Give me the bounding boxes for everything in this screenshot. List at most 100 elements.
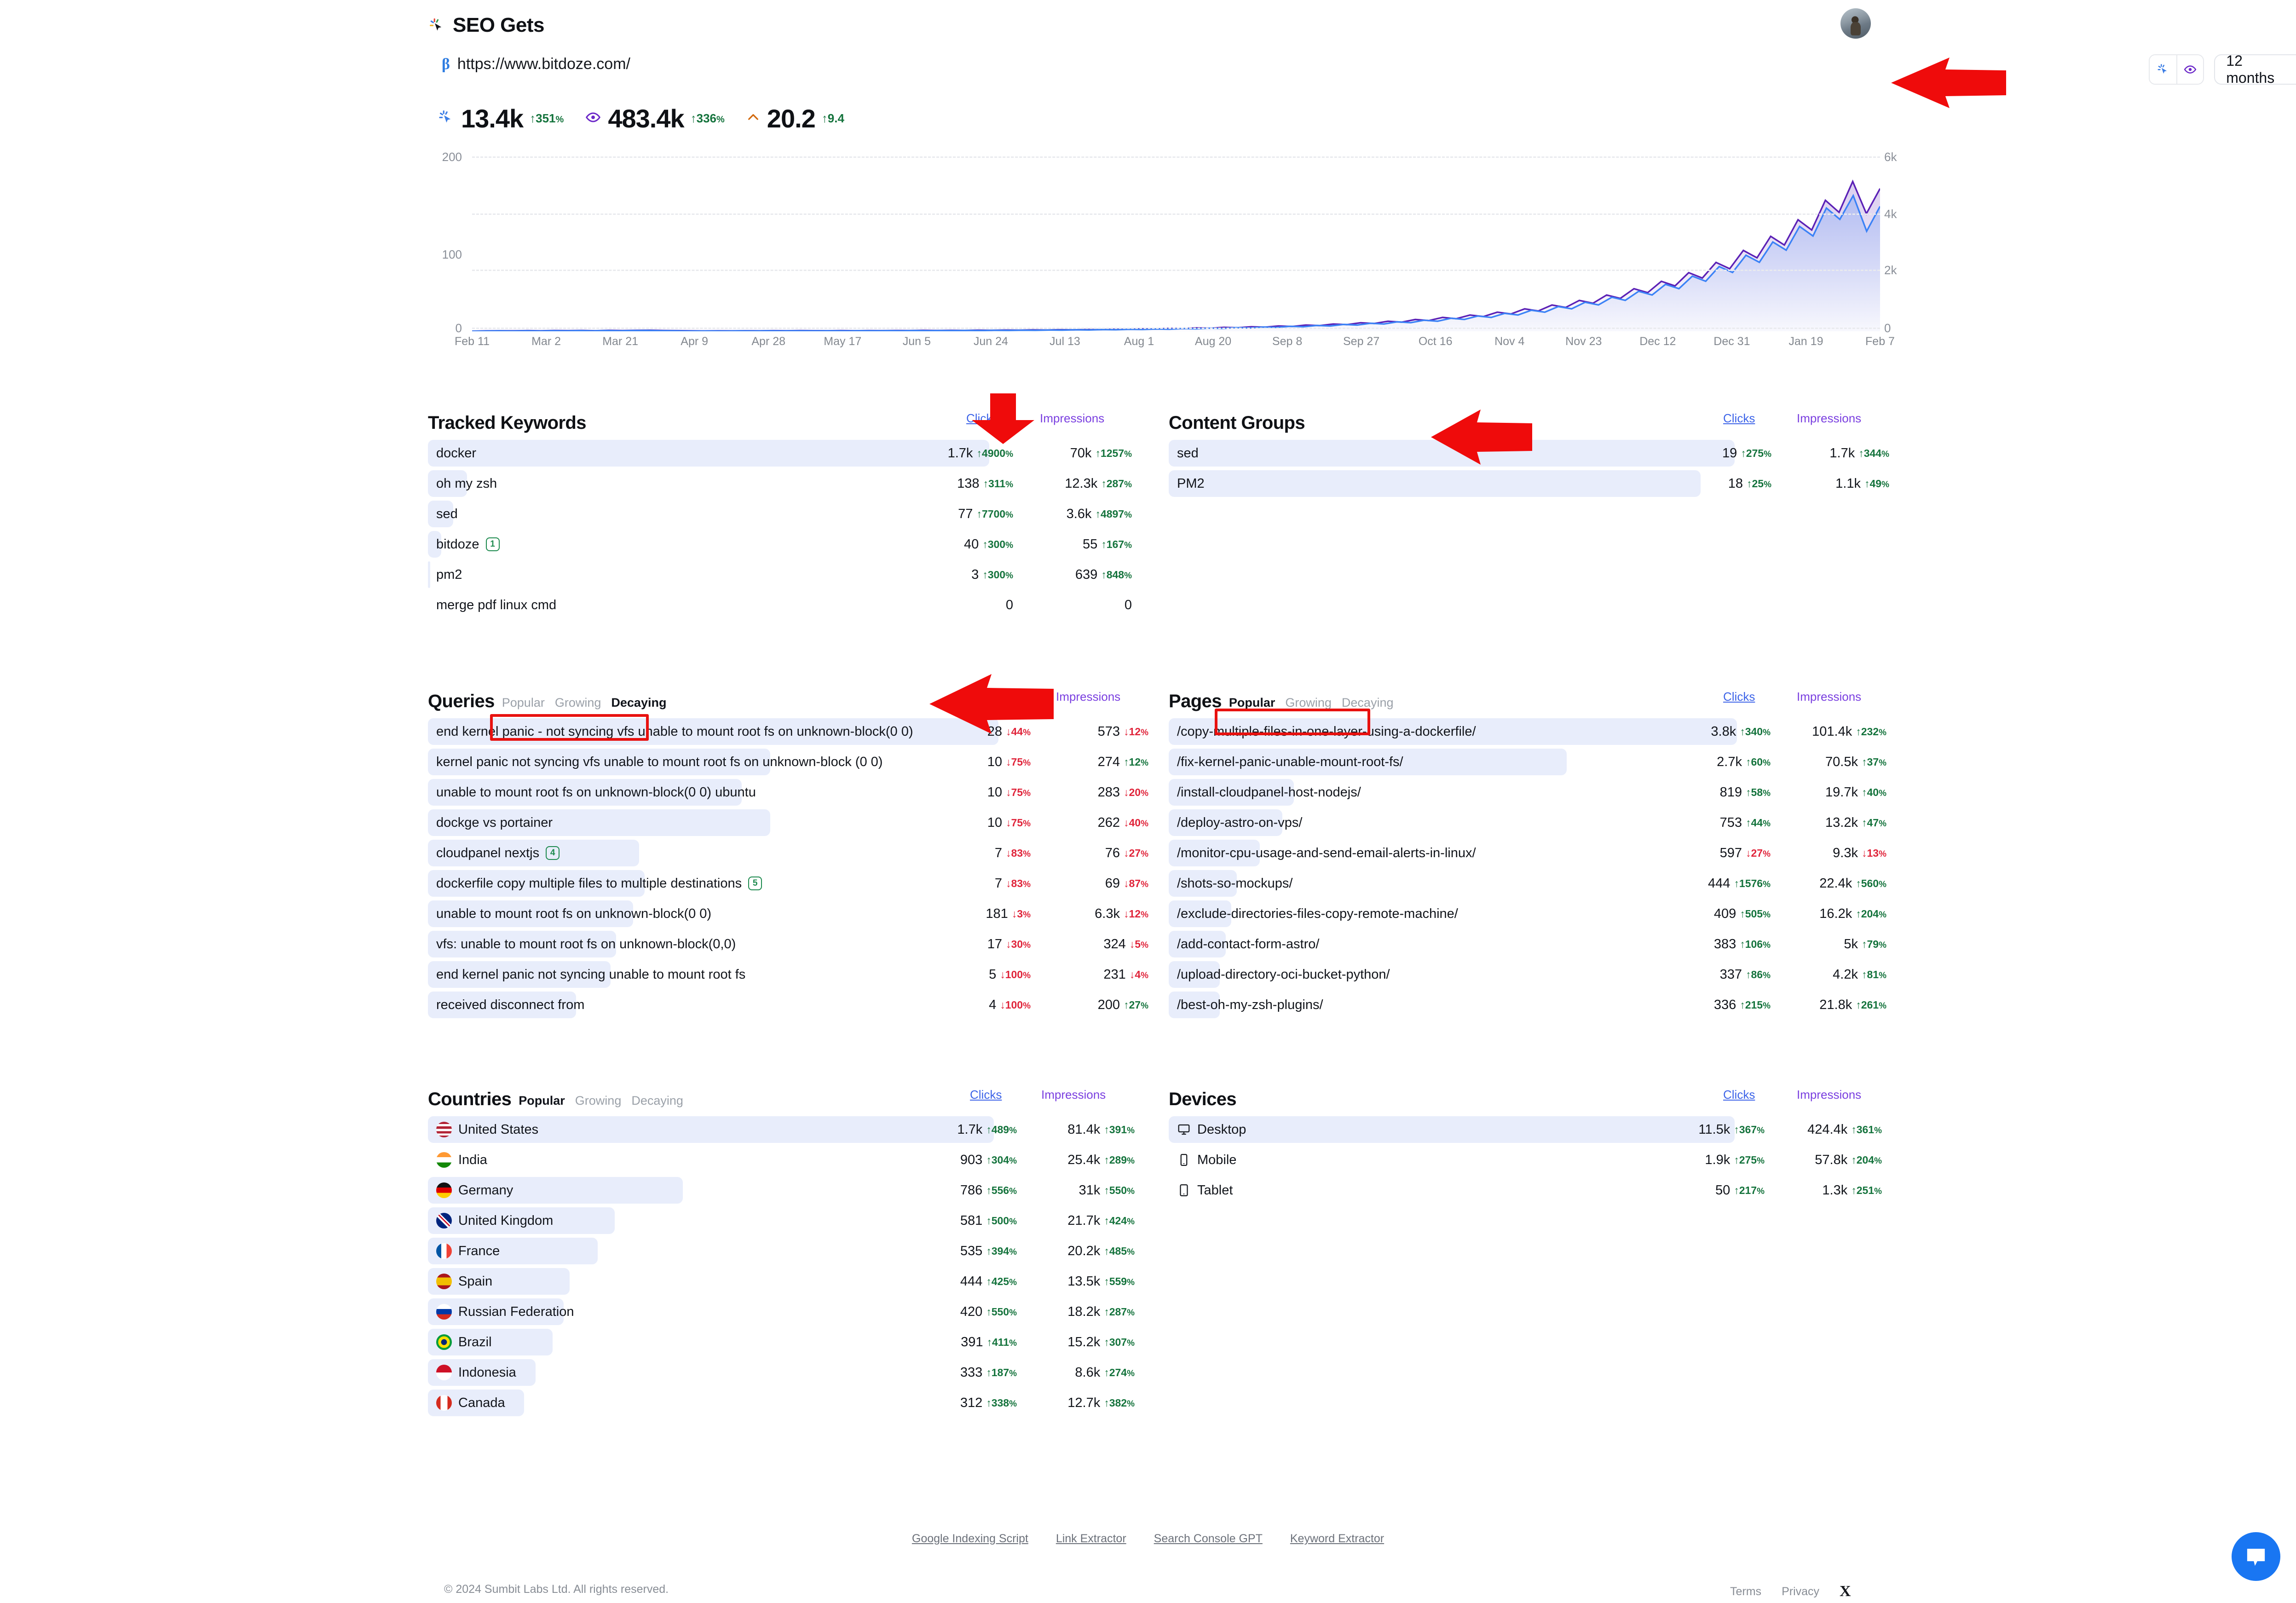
table-row[interactable]: Desktop11.5k↑367%424.4k↑361% [1169, 1114, 1886, 1145]
metric-value: 13.5k [1067, 1274, 1100, 1289]
privacy-link[interactable]: Privacy [1782, 1585, 1819, 1598]
chat-support-button[interactable] [2232, 1532, 2280, 1581]
site-url-row[interactable]: β https://www.bitdoze.com/ [442, 55, 630, 73]
table-row[interactable]: /best-oh-my-zsh-plugins/336↑215%21.8k↑26… [1169, 990, 1886, 1020]
row-label-text: Mobile [1197, 1153, 1236, 1168]
metric-clicks: 7↓83% [916, 868, 1031, 899]
footer-links: Google Indexing Script Link Extractor Se… [0, 1532, 2296, 1545]
avatar[interactable] [1840, 8, 1871, 39]
table-row[interactable]: Mobile1.9k↑275%57.8k↑204% [1169, 1145, 1886, 1175]
metric-change: ↑287% [1104, 1306, 1135, 1318]
table-row[interactable]: sed19↑275%1.7k↑344% [1169, 438, 1886, 468]
table-row[interactable]: received disconnect from4↓100%200↑27% [428, 990, 1130, 1020]
table-row[interactable]: PM218↑25%1.1k↑49% [1169, 468, 1886, 499]
table-row[interactable]: merge pdf linux cmd00 [428, 590, 1130, 620]
row-label: unable to mount root fs on unknown-block… [436, 777, 756, 807]
table-row[interactable]: unable to mount root fs on unknown-block… [428, 777, 1130, 807]
table-row[interactable]: United States1.7k↑489%81.4k↑391% [428, 1114, 1130, 1145]
table-row[interactable]: Tablet50↑217%1.3k↑251% [1169, 1175, 1886, 1205]
tab-growing[interactable]: Growing [555, 696, 601, 710]
table-row[interactable]: /fix-kernel-panic-unable-mount-root-fs/2… [1169, 747, 1886, 777]
metric-clicks: 17↓30% [916, 929, 1031, 959]
table-row[interactable]: bitdoze140↑300%55↑167% [428, 529, 1130, 559]
metric-value: 18 [1728, 476, 1743, 491]
terms-link[interactable]: Terms [1730, 1585, 1761, 1598]
table-row[interactable]: /upload-directory-oci-bucket-python/337↑… [1169, 959, 1886, 990]
panel-title: Countries [428, 1089, 511, 1110]
table-row[interactable]: pm23↑300%639↑848% [428, 559, 1130, 590]
x-axis-tick: Mar 21 [602, 335, 638, 348]
table-row[interactable]: /add-contact-form-astro/383↑106%5k↑79% [1169, 929, 1886, 959]
table-row[interactable]: France535↑394%20.2k↑485% [428, 1236, 1130, 1266]
column-clicks[interactable]: Clicks [982, 690, 1014, 704]
metric-value: 69 [1105, 876, 1120, 891]
column-impressions[interactable]: Impressions [1797, 411, 1861, 426]
metric-clicks: 786↑556% [902, 1175, 1017, 1205]
metric-impressions: 12.7k↑382% [1021, 1388, 1135, 1418]
table-row[interactable]: Russian Federation420↑550%18.2k↑287% [428, 1297, 1130, 1327]
table-row[interactable]: sed77↑7700%3.6k↑4897% [428, 499, 1130, 529]
column-clicks[interactable]: Clicks [966, 411, 998, 426]
tab-popular[interactable]: Popular [502, 696, 545, 710]
column-impressions[interactable]: Impressions [1041, 1088, 1106, 1102]
column-clicks[interactable]: Clicks [1723, 411, 1755, 426]
table-row[interactable]: /install-cloudpanel-host-nodejs/819↑58%1… [1169, 777, 1886, 807]
table-row[interactable]: end kernel panic - not syncing vfs unabl… [428, 716, 1130, 747]
table-row[interactable]: Canada312↑338%12.7k↑382% [428, 1388, 1130, 1418]
table-row[interactable]: dockge vs portainer10↓75%262↓40% [428, 807, 1130, 838]
tab-growing[interactable]: Growing [575, 1094, 622, 1108]
column-impressions[interactable]: Impressions [1797, 690, 1861, 704]
table-row[interactable]: United Kingdom581↑500%21.7k↑424% [428, 1205, 1130, 1236]
table-row[interactable]: docker1.7k↑4900%70k↑1257% [428, 438, 1130, 468]
tab-popular[interactable]: Popular [1229, 696, 1275, 710]
table-row[interactable]: /deploy-astro-on-vps/753↑44%13.2k↑47% [1169, 807, 1886, 838]
table-row[interactable]: Brazil391↑411%15.2k↑307% [428, 1327, 1130, 1357]
row-label-text: Tablet [1197, 1183, 1233, 1198]
metric-value: 324 [1103, 937, 1125, 952]
column-impressions[interactable]: Impressions [1056, 690, 1120, 704]
table-row[interactable]: oh my zsh138↑311%12.3k↑287% [428, 468, 1130, 499]
table-row[interactable]: /copy-multiple-files-in-one-layer-using-… [1169, 716, 1886, 747]
tab-popular[interactable]: Popular [519, 1094, 565, 1108]
table-row[interactable]: /shots-so-mockups/444↑1576%22.4k↑560% [1169, 868, 1886, 899]
column-clicks[interactable]: Clicks [1723, 690, 1755, 704]
footer-link-google-indexing-script[interactable]: Google Indexing Script [912, 1532, 1028, 1545]
column-impressions[interactable]: Impressions [1797, 1088, 1861, 1102]
x-axis-tick: Sep 27 [1343, 335, 1379, 348]
column-clicks[interactable]: Clicks [1723, 1088, 1755, 1102]
footer-link-keyword-extractor[interactable]: Keyword Extractor [1290, 1532, 1384, 1545]
table-row[interactable]: India903↑304%25.4k↑289% [428, 1145, 1130, 1175]
clicks-toggle-button[interactable] [2150, 55, 2176, 84]
row-label-text: /shots-so-mockups/ [1177, 876, 1292, 891]
metric-value: 444 [1708, 876, 1730, 891]
table-row[interactable]: cloudpanel nextjs47↓83%76↓27% [428, 838, 1130, 868]
tab-decaying[interactable]: Decaying [611, 696, 666, 710]
metric-change: ↑47% [1862, 817, 1886, 829]
column-clicks[interactable]: Clicks [970, 1088, 1002, 1102]
x-logo-icon[interactable]: X [1840, 1583, 1851, 1600]
table-row[interactable]: vfs: unable to mount root fs on unknown-… [428, 929, 1130, 959]
table-row[interactable]: dockerfile copy multiple files to multip… [428, 868, 1130, 899]
table-row[interactable]: kernel panic not syncing vfs unable to m… [428, 747, 1130, 777]
impressions-toggle-button[interactable] [2176, 55, 2203, 84]
panel-header: Devices Clicks Impressions [1169, 1086, 1886, 1110]
table-row[interactable]: unable to mount root fs on unknown-block… [428, 899, 1130, 929]
footer-link-search-console-gpt[interactable]: Search Console GPT [1154, 1532, 1263, 1545]
footer-link-link-extractor[interactable]: Link Extractor [1056, 1532, 1126, 1545]
metric-value: 10 [987, 755, 1002, 770]
table-row[interactable]: end kernel panic not syncing unable to m… [428, 959, 1130, 990]
date-range-select[interactable]: 12 months [2214, 54, 2296, 85]
table-row[interactable]: Germany786↑556%31k↑550% [428, 1175, 1130, 1205]
metric-toggle-group[interactable] [2149, 54, 2204, 85]
annotation-arrow-left-date-range [1891, 58, 2006, 108]
tab-decaying[interactable]: Decaying [631, 1094, 683, 1108]
tab-decaying[interactable]: Decaying [1342, 696, 1394, 710]
tab-growing[interactable]: Growing [1285, 696, 1332, 710]
table-row[interactable]: /exclude-directories-files-copy-remote-m… [1169, 899, 1886, 929]
table-row[interactable]: Indonesia333↑187%8.6k↑274% [428, 1357, 1130, 1388]
table-row[interactable]: Spain444↑425%13.5k↑559% [428, 1266, 1130, 1297]
table-row[interactable]: /monitor-cpu-usage-and-send-email-alerts… [1169, 838, 1886, 868]
metric-value: 581 [960, 1213, 982, 1228]
column-impressions[interactable]: Impressions [1040, 411, 1104, 426]
brand[interactable]: SEO Gets [428, 14, 544, 37]
